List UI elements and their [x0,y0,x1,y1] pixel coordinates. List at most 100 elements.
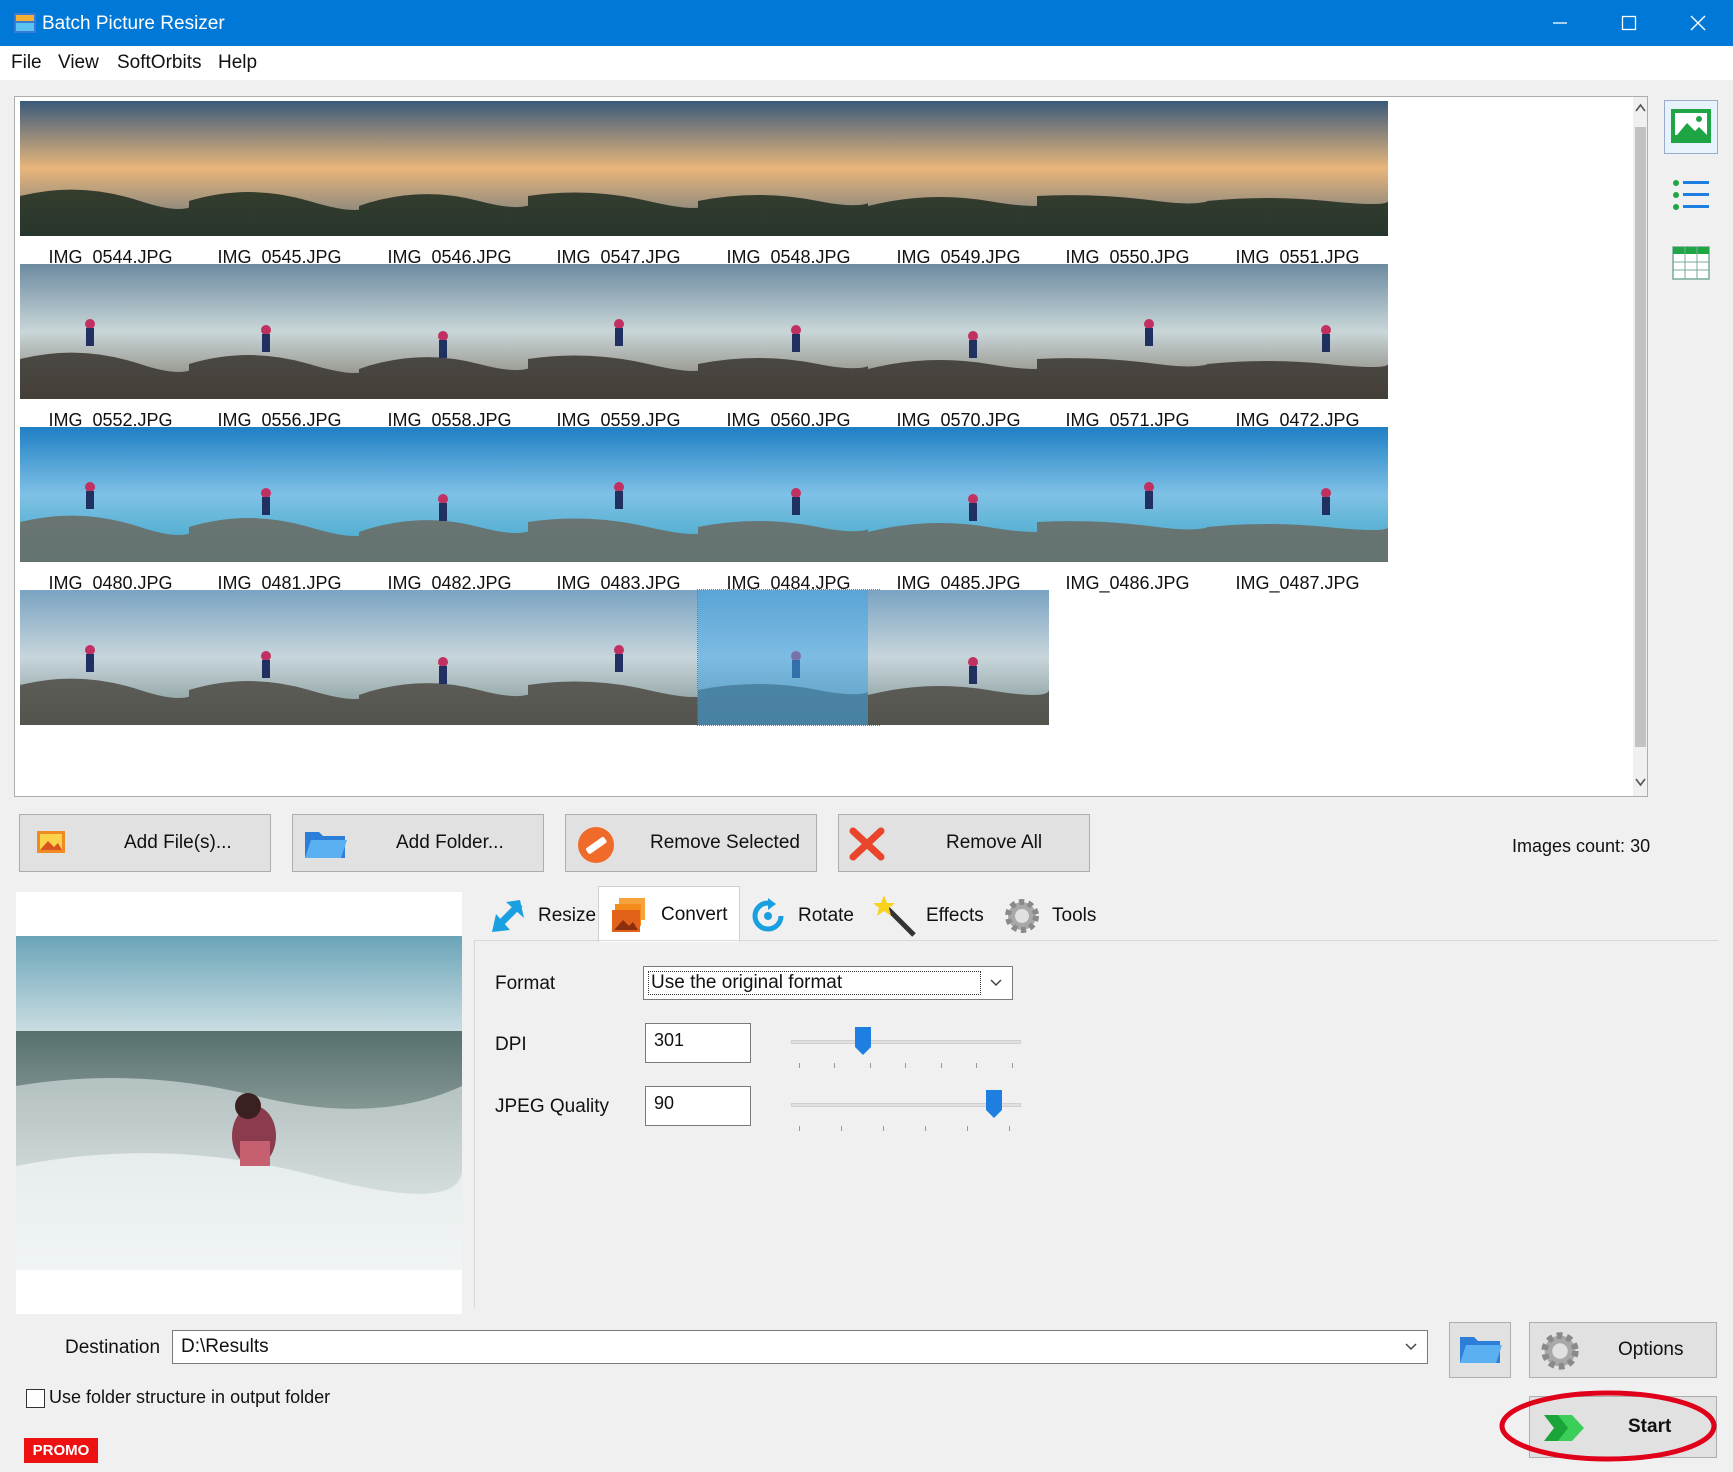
image-thumbnail[interactable]: IMG_0486.JPG [1037,427,1218,597]
image-thumbnail[interactable]: IMG_0570.JPG [868,264,1049,434]
folder-icon [305,832,347,858]
jpeg-slider-thumb[interactable] [986,1090,1002,1118]
thumbnail-image [20,590,201,725]
image-thumbnail[interactable]: IMG_0547.JPG [528,101,709,271]
image-thumbnail[interactable]: IMG_0558.JPG [359,264,540,434]
image-preview [16,892,462,1314]
image-thumbnail[interactable] [359,590,540,760]
thumbnail-view-button[interactable] [1664,100,1718,154]
jpeg-quality-input[interactable]: 90 [645,1086,751,1126]
chevron-down-icon[interactable] [1405,1343,1417,1351]
tab-tools[interactable]: Tools [1002,890,1114,942]
folder-structure-checkbox[interactable] [26,1389,45,1408]
jpeg-quality-label: JPEG Quality [495,1096,610,1117]
image-thumbnail[interactable]: IMG_0544.JPG [20,101,201,271]
minimize-button[interactable] [1525,0,1595,46]
thumbnail-image [528,427,709,562]
thumbnail-image [359,590,540,725]
image-thumbnail-selected[interactable] [697,589,880,760]
image-thumbnail[interactable] [868,590,1049,760]
convert-icon [612,897,645,932]
title-bar: Batch Picture Resizer [0,0,1733,46]
thumbnail-image [1037,101,1218,236]
image-thumbnail[interactable]: IMG_0482.JPG [359,427,540,597]
image-thumbnail[interactable]: IMG_0485.JPG [868,427,1049,597]
start-highlight-circle [1499,1390,1717,1462]
destination-input[interactable]: D:\Results [172,1330,1428,1364]
menu-file[interactable]: File [11,52,42,74]
scroll-down-icon[interactable] [1635,777,1646,787]
table-view-button[interactable] [1664,236,1718,290]
options-button[interactable]: Options [1529,1322,1717,1378]
image-thumbnail[interactable]: IMG_0548.JPG [698,101,879,271]
add-folder-button[interactable]: Add Folder... [292,814,544,872]
tab-convert[interactable]: Convert [598,886,740,942]
list-view-button[interactable] [1664,168,1718,222]
image-thumbnail[interactable] [528,590,709,760]
scroll-up-icon[interactable] [1635,103,1646,113]
tab-effects[interactable]: Effects [874,890,996,942]
remove-selected-icon [578,827,614,863]
image-thumbnail[interactable]: IMG_0487.JPG [1207,427,1388,597]
image-gallery[interactable]: IMG_0544.JPG IMG_0545.JPG IMG_0546.JPG IMG_… [14,96,1648,797]
image-thumbnail[interactable]: IMG_0546.JPG [359,101,540,271]
maximize-button[interactable] [1594,0,1664,46]
close-icon [1690,15,1706,31]
close-button[interactable] [1663,0,1733,46]
remove-all-button[interactable]: Remove All [838,814,1090,872]
thumbnail-image [189,427,370,562]
convert-panel: Format Use the original format DPI 301 J… [474,940,1718,1308]
image-thumbnail[interactable]: IMG_0571.JPG [1037,264,1218,434]
gallery-scrollbar[interactable] [1633,97,1647,796]
browse-folder-button[interactable] [1449,1322,1511,1378]
table-view-icon [1672,246,1710,280]
menu-view[interactable]: View [58,52,99,74]
promo-badge[interactable]: PROMO [24,1438,98,1463]
thumbnail-image [189,590,370,725]
app-icon [14,13,36,33]
image-thumbnail[interactable]: IMG_0559.JPG [528,264,709,434]
remove-selected-button[interactable]: Remove Selected [565,814,817,872]
tab-rotate[interactable]: Rotate [746,890,868,942]
image-thumbnail[interactable]: IMG_0481.JPG [189,427,370,597]
format-select[interactable]: Use the original format [643,966,1013,1000]
add-folder-label: Add Folder... [396,832,504,853]
dpi-slider-thumb[interactable] [855,1027,871,1055]
thumbnail-image [868,264,1049,399]
image-thumbnail[interactable]: IMG_0484.JPG [698,427,879,597]
image-thumbnail[interactable]: IMG_0552.JPG [20,264,201,434]
image-thumbnail[interactable]: IMG_0483.JPG [528,427,709,597]
thumbnail-image [868,101,1049,236]
menu-help[interactable]: Help [218,52,257,74]
thumbnail-image [1207,264,1388,399]
format-label: Format [495,973,556,994]
image-thumbnail[interactable]: IMG_0551.JPG [1207,101,1388,271]
thumbnail-image [359,264,540,399]
image-thumbnail[interactable]: IMG_0480.JPG [20,427,201,597]
image-thumbnail[interactable]: IMG_0560.JPG [698,264,879,434]
thumbnail-image [698,101,879,236]
add-image-icon [37,831,65,853]
dpi-slider[interactable] [791,1023,1021,1068]
image-thumbnail[interactable]: IMG_0549.JPG [868,101,1049,271]
image-thumbnail[interactable]: IMG_0550.JPG [1037,101,1218,271]
image-thumbnail[interactable]: IMG_0472.JPG [1207,264,1388,434]
image-thumbnail[interactable] [20,590,201,760]
add-files-button[interactable]: Add File(s)... [19,814,271,872]
minimize-icon [1553,22,1567,24]
thumbnail-image [698,427,879,562]
image-thumbnail[interactable] [189,590,370,760]
gear-icon [1541,1332,1579,1370]
tab-resize[interactable]: Resize [476,890,598,942]
image-thumbnail[interactable]: IMG_0556.JPG [189,264,370,434]
thumbnail-image [1207,427,1388,562]
rotate-icon [752,898,784,932]
thumbnail-image [20,264,201,399]
remove-selected-label: Remove Selected [650,832,800,853]
options-label: Options [1618,1339,1684,1360]
image-thumbnail[interactable]: IMG_0545.JPG [189,101,370,271]
dpi-input[interactable]: 301 [645,1023,751,1063]
jpeg-quality-slider[interactable] [791,1086,1021,1131]
scrollbar-thumb[interactable] [1635,127,1646,747]
menu-softorbits[interactable]: SoftOrbits [117,52,201,74]
